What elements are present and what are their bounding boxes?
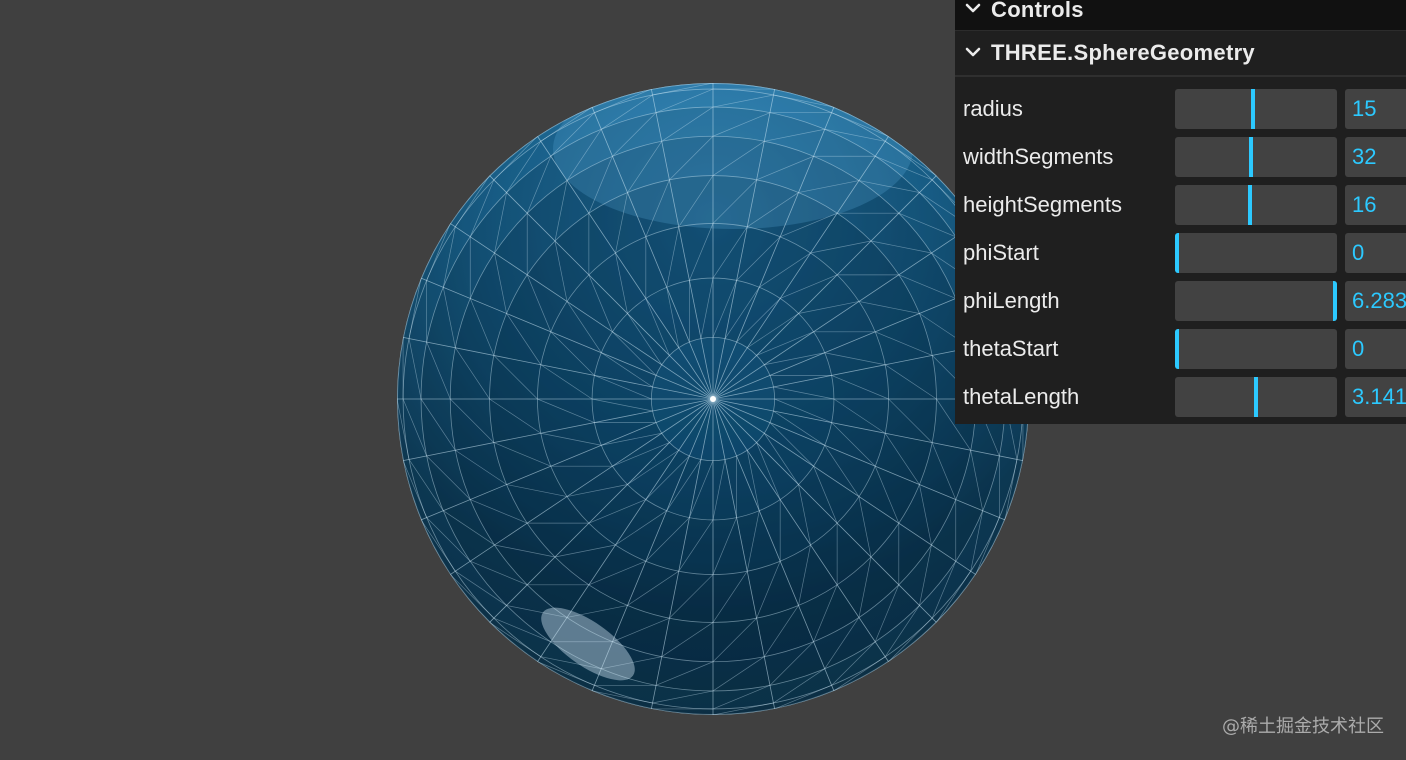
width-segments-value-input[interactable]: 32	[1345, 137, 1406, 177]
slider-thumb[interactable]	[1249, 137, 1254, 177]
control-label: thetaStart	[963, 336, 1059, 361]
slider-thumb[interactable]	[1175, 233, 1179, 273]
slider-thumb[interactable]	[1175, 329, 1179, 369]
controls-title: Controls	[991, 0, 1084, 22]
control-row-height-segments: heightSegments 16	[955, 181, 1406, 229]
control-row-phi-length: phiLength 6.283	[955, 277, 1406, 325]
folder-title-text: THREE.SphereGeometry	[991, 40, 1255, 65]
phi-start-slider[interactable]	[1175, 233, 1337, 273]
control-label: phiLength	[963, 288, 1060, 313]
theta-start-slider[interactable]	[1175, 329, 1337, 369]
height-segments-value-input[interactable]: 16	[1345, 185, 1406, 225]
control-label: thetaLength	[963, 384, 1080, 409]
control-row-radius: radius 15	[955, 85, 1406, 133]
radius-slider[interactable]	[1175, 89, 1337, 129]
radius-value-input[interactable]: 15	[1345, 89, 1406, 129]
control-label: radius	[963, 96, 1023, 121]
slider-thumb[interactable]	[1247, 185, 1252, 225]
control-row-theta-start: thetaStart 0	[955, 325, 1406, 373]
controls-panel: Controls THREE.SphereGeometry radius 15 …	[955, 0, 1406, 424]
phi-length-value-input[interactable]: 6.283	[1345, 281, 1406, 321]
chevron-down-icon	[955, 47, 991, 59]
watermark-text: @稀土掘金技术社区	[1222, 716, 1384, 737]
height-segments-slider[interactable]	[1175, 185, 1337, 225]
width-segments-slider[interactable]	[1175, 137, 1337, 177]
slider-thumb[interactable]	[1333, 281, 1337, 321]
control-label: heightSegments	[963, 192, 1122, 217]
control-row-theta-length: thetaLength 3.1416	[955, 373, 1406, 421]
theta-start-value-input[interactable]: 0	[1345, 329, 1406, 369]
controls-title-bar[interactable]: Controls	[955, 0, 1406, 31]
control-label: widthSegments	[963, 144, 1114, 169]
theta-length-value-input[interactable]: 3.1416	[1345, 377, 1406, 417]
folder-title-sphere-geometry[interactable]: THREE.SphereGeometry	[955, 31, 1406, 77]
control-row-width-segments: widthSegments 32	[955, 133, 1406, 181]
slider-thumb[interactable]	[1250, 89, 1255, 129]
control-label: phiStart	[963, 240, 1039, 265]
sphere-highlight	[553, 83, 913, 229]
theta-length-slider[interactable]	[1175, 377, 1337, 417]
slider-thumb[interactable]	[1254, 377, 1258, 417]
phi-start-value-input[interactable]: 0	[1345, 233, 1406, 273]
phi-length-slider[interactable]	[1175, 281, 1337, 321]
control-row-phi-start: phiStart 0	[955, 229, 1406, 277]
controls-list: radius 15 widthSegments 32 heightSegment…	[955, 77, 1406, 421]
pole-point	[710, 396, 716, 402]
